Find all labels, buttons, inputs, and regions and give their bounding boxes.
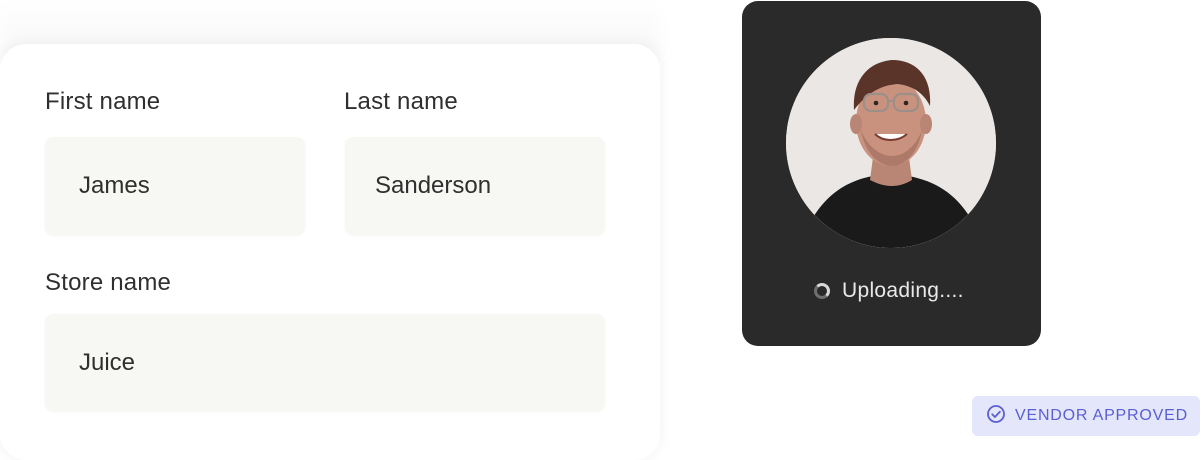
profile-photo[interactable]: [786, 38, 996, 248]
photo-upload-card: Uploading....: [742, 1, 1041, 346]
upload-status: Uploading....: [814, 279, 964, 303]
vendor-approved-badge: VENDOR APPROVED: [972, 396, 1200, 436]
store-name-value: Juice: [79, 348, 136, 376]
upload-status-text: Uploading....: [842, 279, 964, 302]
vendor-approved-text: VENDOR APPROVED: [1015, 407, 1188, 424]
check-circle-icon: [986, 404, 1006, 429]
store-name-field[interactable]: Juice: [45, 314, 605, 411]
store-name-label: Store name: [45, 269, 172, 296]
person-photo-icon: [786, 38, 996, 248]
last-name-field[interactable]: Sanderson: [345, 137, 605, 235]
first-name-value: James: [79, 172, 150, 199]
loading-spinner-icon: [814, 283, 830, 299]
last-name-value: Sanderson: [375, 172, 492, 199]
first-name-field[interactable]: James: [45, 137, 305, 235]
last-name-label: Last name: [344, 88, 458, 115]
vendor-form-card: First name James Last name Sanderson Sto…: [0, 44, 660, 460]
first-name-label: First name: [45, 88, 161, 115]
